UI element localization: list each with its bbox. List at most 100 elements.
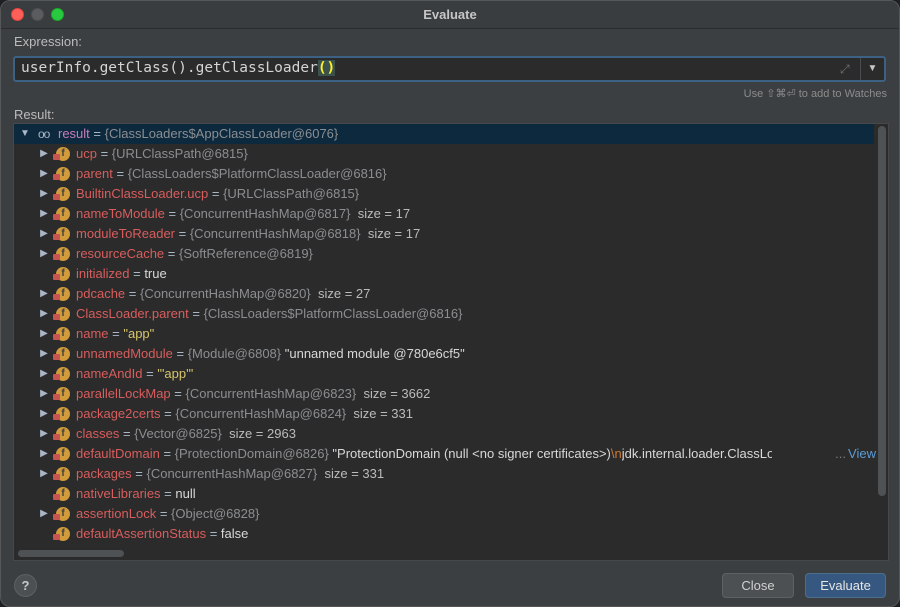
field-icon: f [53, 167, 70, 181]
field-eq: = [206, 526, 221, 541]
field-ref: {SoftReference@6819} [178, 246, 313, 261]
tree-row-result[interactable]: ▼ oo result = {ClassLoaders$AppClassLoad… [14, 124, 874, 144]
tree-row[interactable]: ▶ f packages = {ConcurrentHashMap@6827} si… [14, 464, 874, 484]
chevron-right-icon[interactable]: ▶ [38, 144, 50, 164]
field-name: parent [76, 166, 113, 181]
vertical-scrollbar[interactable] [878, 126, 886, 496]
tree-row[interactable]: ▶ f resourceCache = {SoftReference@6819} [14, 244, 874, 264]
tree-row[interactable]: ▶ f parent = {ClassLoaders$PlatformClassLo… [14, 164, 874, 184]
tree-row[interactable]: f initialized = true [14, 264, 874, 284]
chevron-right-icon[interactable]: ▶ [38, 364, 50, 384]
field-eq: = [108, 326, 124, 341]
tree-row[interactable]: ▶ f unnamedModule = {Module@6808} "unnamed… [14, 344, 874, 364]
expand-editor-icon[interactable]: ⤢ [840, 62, 854, 76]
chevron-right-icon[interactable]: ▶ [38, 504, 50, 524]
field-size: size = 17 [367, 226, 421, 241]
field-name: defaultAssertionStatus [76, 526, 207, 541]
tree-row[interactable]: ▶ f classes = {Vector@6825} size = 2963 [14, 424, 874, 444]
evaluate-dialog: Evaluate Expression: userInfo.getClass()… [0, 0, 900, 607]
field-text: packages = {ConcurrentHashMap@6827} size… [76, 464, 384, 484]
field-ref: {ConcurrentHashMap@6827} [146, 466, 318, 481]
view-link[interactable]: View [846, 444, 876, 464]
help-button[interactable]: ? [14, 574, 37, 597]
chevron-right-icon[interactable]: ▶ [38, 324, 50, 344]
tree-row[interactable]: ▶ f BuiltinClassLoader.ucp = {URLClassPath… [14, 184, 874, 204]
chevron-right-icon[interactable]: ▶ [38, 204, 50, 224]
chevron-right-icon[interactable]: ▶ [38, 304, 50, 324]
field-name: nameAndId [76, 366, 143, 381]
chevron-right-icon[interactable]: ▶ [38, 164, 50, 184]
lock-icon [53, 414, 60, 420]
expression-text[interactable]: userInfo.getClass().getClassLoader() [21, 60, 336, 76]
history-dropdown-button[interactable]: ▼ [860, 58, 884, 80]
chevron-right-icon[interactable]: ▶ [38, 184, 50, 204]
tree-row[interactable]: ▶ f pdcache = {ConcurrentHashMap@6820} siz… [14, 284, 874, 304]
tree-row[interactable]: ▶ f nameAndId = "'app'" [14, 364, 874, 384]
chevron-right-icon[interactable]: ▶ [38, 344, 50, 364]
evaluate-button[interactable]: Evaluate [805, 573, 886, 598]
field-name: parallelLockMap [76, 386, 171, 401]
tree-row[interactable]: ▶ f ClassLoader.parent = {ClassLoaders$Pla… [14, 304, 874, 324]
field-icon: f [53, 367, 70, 381]
chevron-down-icon: ▼ [867, 63, 878, 74]
field-eq: = [129, 266, 145, 281]
lock-icon [53, 174, 60, 180]
chevron-down-icon[interactable]: ▼ [19, 124, 31, 144]
field-eq: = [159, 446, 175, 461]
tree-row[interactable]: ▶ f name = "app" [14, 324, 874, 344]
field-text: assertionLock = {Object@6828} [76, 504, 259, 524]
chevron-right-icon[interactable]: ▶ [38, 404, 50, 424]
expression-input[interactable]: userInfo.getClass().getClassLoader() ⤢ ▼ [13, 56, 886, 82]
field-ref: {Object@6828} [171, 506, 260, 521]
chevron-right-icon[interactable]: ▶ [38, 424, 50, 444]
chevron-right-icon[interactable]: ▶ [38, 224, 50, 244]
lock-icon [53, 474, 60, 480]
field-icon: f [53, 487, 70, 501]
field-text: initialized = true [76, 264, 167, 284]
field-icon: f [53, 267, 70, 281]
lock-icon [53, 514, 60, 520]
field-string: "'app'" [157, 366, 194, 381]
tree-row[interactable]: ▶ f nameToModule = {ConcurrentHashMap@6817… [14, 204, 874, 224]
chevron-right-icon[interactable]: ▶ [38, 444, 50, 464]
tree-row[interactable]: ▶ f package2certs = {ConcurrentHashMap@682… [14, 404, 874, 424]
field-text: package2certs = {ConcurrentHashMap@6824}… [76, 404, 413, 424]
tree-row[interactable]: ▶ f ucp = {URLClassPath@6815} [14, 144, 874, 164]
field-eq: = [172, 346, 188, 361]
chevron-right-icon[interactable]: ▶ [38, 244, 50, 264]
result-name: result [58, 126, 90, 141]
field-name: ClassLoader.parent [76, 306, 189, 321]
field-ref: {ClassLoaders$PlatformClassLoader@6816} [127, 166, 387, 181]
field-eq: = [96, 146, 112, 161]
field-eq: = [164, 246, 179, 261]
chevron-right-icon[interactable]: ▶ [38, 464, 50, 484]
field-ref: {ConcurrentHashMap@6823} [185, 386, 357, 401]
tree-row[interactable]: ▶ f moduleToReader = {ConcurrentHashMap@68… [14, 224, 874, 244]
field-size: size = 17 [357, 206, 411, 221]
field-name: unnamedModule [76, 346, 173, 361]
chevron-right-icon[interactable]: ▶ [38, 384, 50, 404]
field-size: size = 27 [317, 286, 371, 301]
field-icon: f [53, 387, 70, 401]
lock-icon [53, 534, 60, 540]
field-icon: f [53, 287, 70, 301]
tree-row[interactable]: f defaultAssertionStatus = false [14, 524, 874, 544]
result-tree[interactable]: ▼ oo result = {ClassLoaders$AppClassLoad… [13, 123, 889, 561]
field-ref: {ProtectionDomain@6826} [174, 446, 329, 461]
field-eq: = [160, 486, 176, 501]
tree-row[interactable]: ▶ f parallelLockMap = {ConcurrentHashMap@6… [14, 384, 874, 404]
tree-row[interactable]: f nativeLibraries = null [14, 484, 874, 504]
field-tail: jdk.internal.loader.ClassLo [621, 446, 772, 461]
lock-icon [53, 334, 60, 340]
tree-row[interactable]: ▶ f defaultDomain = {ProtectionDomain@6826… [14, 444, 876, 464]
field-icon: f [53, 467, 70, 481]
field-ref: {URLClassPath@6815} [111, 146, 248, 161]
tree-row[interactable]: ▶ f assertionLock = {Object@6828} [14, 504, 874, 524]
field-icon: f [53, 427, 70, 441]
chevron-right-icon[interactable]: ▶ [38, 284, 50, 304]
close-button[interactable]: Close [722, 573, 794, 598]
horizontal-scrollbar[interactable] [18, 550, 124, 557]
field-name: packages [76, 466, 132, 481]
field-text: defaultAssertionStatus = false [76, 524, 248, 544]
expression-code: userInfo.getClass().getClassLoader [21, 60, 318, 76]
